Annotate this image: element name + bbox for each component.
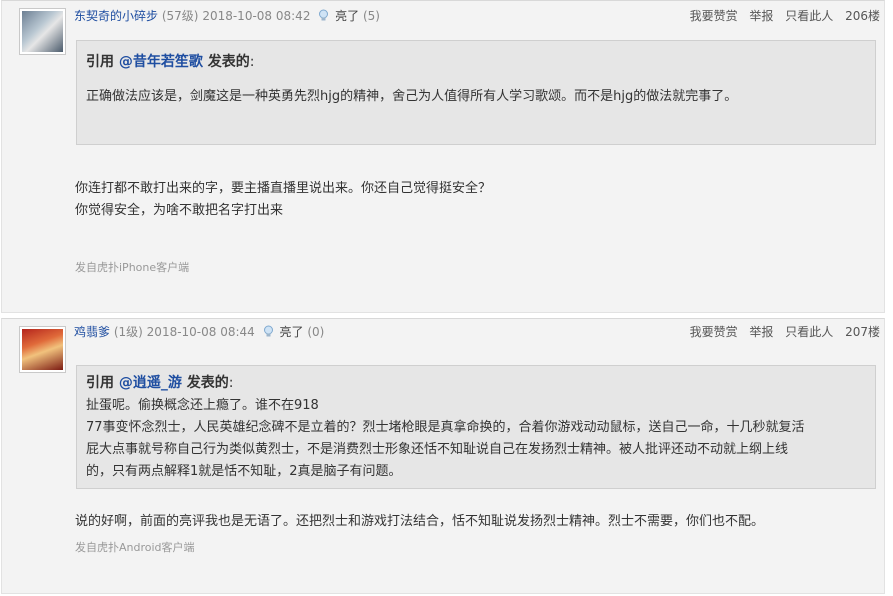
lightbulb-icon: [319, 9, 329, 21]
reply-text: 你连打都不敢打出来的字，要主播直播里说出来。你还自己觉得挺安全？ 你觉得安全，为…: [75, 178, 491, 222]
quote-block: 引用 @昔年若笙歌 发表的: 正确做法应该是，剑魔这是一种英勇先烈hjg的精神，…: [76, 40, 876, 145]
quote-header: 引用 @昔年若笙歌 发表的:: [86, 50, 866, 74]
quote-suffix: 发表的: [202, 54, 250, 70]
like-label: 亮了: [335, 9, 360, 23]
like-button[interactable]: 亮了 (5): [335, 9, 380, 23]
post-header: 鸡翡爹 (1级) 2018-10-08 08:44 亮了 (0) 我要赞赏 举报…: [74, 324, 880, 340]
post-timestamp: 2018-10-08 08:42: [202, 9, 311, 23]
quote-line: 扯蛋呢。偷换概念还上瘾了。谁不在918: [86, 398, 319, 413]
avatar[interactable]: [19, 326, 66, 373]
user-level: (57级): [161, 9, 199, 23]
quote-line: 正确做法应该是，剑魔这是一种英勇先烈hjg的精神，舍己为人值得所有人学习歌颂。而…: [86, 89, 738, 104]
report-button[interactable]: 举报: [749, 325, 773, 339]
quote-body: 正确做法应该是，剑魔这是一种英勇先烈hjg的精神，舍己为人值得所有人学习歌颂。而…: [86, 86, 866, 108]
quote-suffix: 发表的: [181, 375, 229, 391]
only-this-user-button[interactable]: 只看此人: [785, 9, 833, 23]
post-actions: 我要赞赏 举报 只看此人 206楼: [682, 8, 880, 24]
quote-line: 77事变怀念烈士，人民英雄纪念碑不是立着的？烈士堵枪眼是真拿命换的，合着你游戏动…: [86, 420, 805, 435]
client-source: 发自虎扑iPhone客户端: [75, 261, 190, 274]
lightbulb-icon: [263, 325, 273, 337]
quote-line: 屁大点事就号称自己行为类似黄烈士，不是消费烈士形象还恬不知耻说自己在发扬烈士精神…: [86, 442, 789, 457]
floor-number: 207楼: [845, 325, 880, 339]
avatar[interactable]: [19, 8, 66, 55]
avatar-image: [22, 329, 63, 370]
quoted-user-link[interactable]: @昔年若笙歌: [119, 54, 203, 70]
like-count: (5): [362, 9, 380, 23]
reply-line: 你连打都不敢打出来的字，要主播直播里说出来。你还自己觉得挺安全？: [75, 181, 492, 196]
username-link[interactable]: 鸡翡爹: [74, 325, 110, 339]
quote-prefix: 引用: [86, 375, 119, 391]
quote-body: 扯蛋呢。偷换概念还上瘾了。谁不在918 77事变怀念烈士，人民英雄纪念碑不是立着…: [86, 395, 866, 483]
post-actions: 我要赞赏 举报 只看此人 207楼: [682, 324, 880, 340]
post-206: 东契奇的小碎步 (57级) 2018-10-08 08:42 亮了 (5) 我要…: [1, 0, 885, 313]
post-207: 鸡翡爹 (1级) 2018-10-08 08:44 亮了 (0) 我要赞赏 举报…: [1, 318, 885, 594]
reply-line: 说的好啊，前面的亮评我也是无语了。还把烈士和游戏打法结合，恬不知耻说发扬烈士精神…: [75, 514, 765, 529]
quoted-user-link[interactable]: @逍遥_游: [119, 375, 182, 391]
quote-line: 的，只有两点解释1就是恬不知耻，2真是脑子有问题。: [86, 464, 402, 479]
post-header: 东契奇的小碎步 (57级) 2018-10-08 08:42 亮了 (5) 我要…: [74, 8, 880, 24]
user-level: (1级): [113, 325, 143, 339]
only-this-user-button[interactable]: 只看此人: [785, 325, 833, 339]
quote-colon: :: [249, 54, 255, 70]
post-timestamp: 2018-10-08 08:44: [146, 325, 255, 339]
avatar-image: [22, 11, 63, 52]
like-button[interactable]: 亮了 (0): [279, 325, 324, 339]
client-source: 发自虎扑Android客户端: [75, 541, 195, 554]
reward-button[interactable]: 我要赞赏: [690, 9, 738, 23]
quote-prefix: 引用: [86, 54, 119, 70]
like-count: (0): [307, 325, 325, 339]
reply-line: 你觉得安全，为啥不敢把名字打出来: [75, 203, 284, 218]
reply-text: 说的好啊，前面的亮评我也是无语了。还把烈士和游戏打法结合，恬不知耻说发扬烈士精神…: [75, 511, 764, 533]
floor-number: 206楼: [845, 9, 880, 23]
quote-colon: :: [228, 375, 234, 391]
like-label: 亮了: [279, 325, 304, 339]
reward-button[interactable]: 我要赞赏: [690, 325, 738, 339]
report-button[interactable]: 举报: [749, 9, 773, 23]
username-link[interactable]: 东契奇的小碎步: [74, 9, 158, 23]
quote-block: 引用 @逍遥_游 发表的: 扯蛋呢。偷换概念还上瘾了。谁不在918 77事变怀念…: [76, 365, 876, 489]
quote-header: 引用 @逍遥_游 发表的:: [86, 371, 866, 395]
